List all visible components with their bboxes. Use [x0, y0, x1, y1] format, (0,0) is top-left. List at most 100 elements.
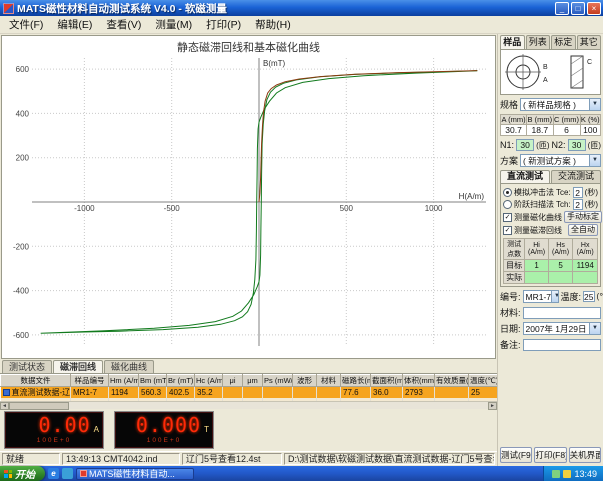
- result-column-header: Bm (mT): [139, 375, 167, 387]
- sample-tab-1[interactable]: 列表: [526, 35, 551, 49]
- table-cell: 2793: [403, 387, 435, 399]
- result-tab-0[interactable]: 测试状态: [2, 360, 52, 373]
- points-value[interactable]: [548, 272, 573, 284]
- date-row: 日期: 2007年 1月29日 ▼: [500, 322, 601, 335]
- points-header: Hx (A/m): [573, 239, 598, 260]
- taskbar-app-button[interactable]: MATS磁性材料自动...: [76, 468, 194, 480]
- dropdown-icon[interactable]: ▼: [589, 155, 600, 166]
- axis-tick-label: 500: [340, 204, 354, 213]
- close-button[interactable]: ×: [587, 2, 601, 15]
- menu-item-3[interactable]: 测量(M): [148, 16, 199, 33]
- menu-item-2[interactable]: 查看(V): [99, 16, 148, 33]
- table-cell: 35.2: [195, 387, 223, 399]
- dropdown-icon[interactable]: ▼: [551, 291, 558, 302]
- spec-row: 规格 ( 新样品规格 ) ▼: [500, 98, 601, 111]
- scheme-combo[interactable]: ( 新测试方案 ) ▼: [520, 154, 601, 167]
- series-基本磁化曲线: [259, 71, 477, 202]
- h-meter-range: 100E+0: [9, 437, 99, 444]
- menu-item-0[interactable]: 文件(F): [2, 16, 50, 33]
- axis-tick-label: B(mT): [263, 59, 286, 68]
- temperature-label: 温度:: [561, 290, 582, 303]
- axis-tick-label: 600: [16, 65, 30, 74]
- material-input[interactable]: [523, 307, 601, 319]
- dc-test-group: 模拟冲击法 Tce: 2 (秒) 阶跃扫描法 Tch: 2 (秒) ✓ 测量磁化…: [500, 183, 601, 287]
- axis-tick-label: 1000: [425, 204, 443, 213]
- auto-button[interactable]: 全自动: [568, 224, 598, 236]
- start-label: 开始: [15, 466, 35, 481]
- table-row[interactable]: 直流测试数据-辽门5号查看MR1-71194560.3402.535.277.6…: [1, 387, 498, 399]
- scheme-label: 方案: [500, 154, 518, 167]
- sample-tab-0[interactable]: 样品: [500, 35, 525, 49]
- result-header-row: 数据文件样品编号Hm (A/m)Bm (mT)Br (mT)Hc (A/m)μi…: [1, 375, 498, 387]
- tray-icon[interactable]: [563, 470, 571, 478]
- test-tab-0[interactable]: 直流测试: [500, 170, 550, 183]
- result-column-header: 材料: [317, 375, 341, 387]
- chart-canvas: 600400200-200-400-600-1000-5005001000B(m…: [2, 36, 495, 358]
- dropdown-icon[interactable]: ▼: [589, 99, 600, 110]
- tray-icon[interactable]: [552, 470, 560, 478]
- test-button[interactable]: 测试(F9): [500, 447, 532, 463]
- result-column-header: 温度(℃): [469, 375, 498, 387]
- minimize-button[interactable]: _: [555, 2, 569, 15]
- table-cell: 560.3: [139, 387, 167, 399]
- points-value[interactable]: 1194: [573, 260, 598, 272]
- quick-launch-desktop-icon[interactable]: [62, 468, 73, 479]
- b-meter-unit: T: [204, 425, 209, 434]
- sample-id-combo[interactable]: MR1-7 ▼: [523, 290, 559, 303]
- start-button[interactable]: 开始: [0, 466, 45, 481]
- spec-combo[interactable]: ( 新样品规格 ) ▼: [520, 98, 601, 111]
- step-method-radio[interactable]: [503, 200, 512, 209]
- app-icon: [80, 470, 87, 477]
- n1-input[interactable]: 30: [516, 139, 534, 151]
- n2-unit: (匝): [588, 140, 601, 151]
- date-combo[interactable]: 2007年 1月29日 ▼: [523, 322, 601, 335]
- magnetization-checkbox[interactable]: ✓: [503, 213, 512, 222]
- hysteresis-checkbox[interactable]: ✓: [503, 226, 512, 235]
- menu-item-4[interactable]: 打印(P): [199, 16, 248, 33]
- points-header: 测试点数: [504, 239, 525, 260]
- note-input[interactable]: [523, 339, 601, 351]
- points-value[interactable]: 5: [548, 260, 573, 272]
- points-value[interactable]: [573, 272, 598, 284]
- table-cell: [223, 387, 243, 399]
- table-cell: [435, 387, 469, 399]
- points-value[interactable]: 1: [525, 260, 548, 272]
- print-button[interactable]: 打印(F8): [534, 447, 566, 463]
- result-column-header: Br (mT): [167, 375, 195, 387]
- turns-row: N1: 30 (匝) N2: 30 (匝): [500, 139, 601, 151]
- dim-value[interactable]: 18.7: [527, 125, 554, 136]
- dim-label-c: C: [587, 59, 592, 66]
- system-tray: 13:49: [543, 466, 603, 481]
- horizontal-scrollbar[interactable]: ◄ ►: [0, 401, 497, 409]
- test-tab-1[interactable]: 交流测试: [551, 170, 601, 183]
- b-meter-range: 100E+0: [119, 437, 209, 444]
- test-mode-tabs: 直流测试交流测试: [500, 170, 601, 183]
- sample-tab-3[interactable]: 其它: [577, 35, 602, 49]
- manual-calibration-button[interactable]: 手动标定: [564, 211, 602, 223]
- quick-launch-browser-icon[interactable]: e: [48, 468, 59, 479]
- status-time-file: 13:49:13 CMT4042.ind: [62, 453, 180, 465]
- sample-tab-2[interactable]: 标定: [551, 35, 576, 49]
- n2-input[interactable]: 30: [568, 139, 586, 151]
- dim-value[interactable]: 6: [553, 125, 580, 136]
- table-cell: [263, 387, 293, 399]
- points-row-label: 实际: [504, 272, 525, 284]
- menu-item-5[interactable]: 帮助(H): [248, 16, 298, 33]
- temperature-input[interactable]: 25: [583, 291, 594, 302]
- dim-value[interactable]: 100: [580, 125, 600, 136]
- impulse-method-label: 模拟冲击法: [514, 187, 554, 198]
- impulse-method-radio[interactable]: [503, 188, 512, 197]
- result-column-header: 波形: [293, 375, 317, 387]
- tch-input[interactable]: 2: [573, 199, 583, 210]
- dim-value[interactable]: 30.7: [501, 125, 527, 136]
- points-header: Hi (A/m): [525, 239, 548, 260]
- maximize-button[interactable]: □: [571, 2, 585, 15]
- shutdown-button[interactable]: 关机界面: [569, 447, 601, 463]
- result-tab-2[interactable]: 磁化曲线: [104, 360, 154, 373]
- menu-item-1[interactable]: 编辑(E): [50, 16, 99, 33]
- result-tab-1[interactable]: 磁滞回线: [53, 360, 103, 373]
- tce-input[interactable]: 2: [573, 187, 583, 198]
- b-meter-value: 0.000: [136, 413, 201, 437]
- points-value[interactable]: [525, 272, 548, 284]
- dropdown-icon[interactable]: ▼: [589, 323, 600, 334]
